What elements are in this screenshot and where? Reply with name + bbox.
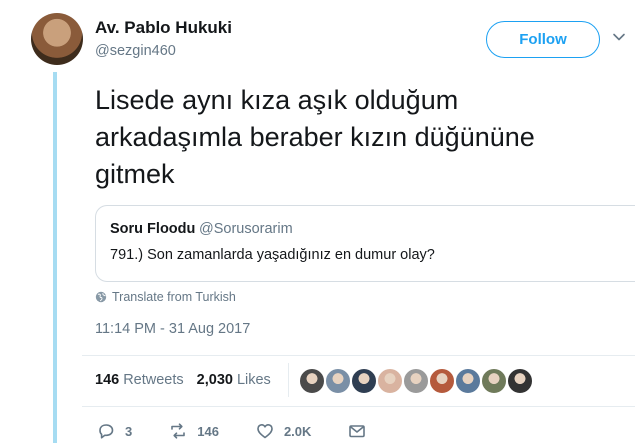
liker-avatar[interactable] (506, 367, 534, 395)
likes-count: 2,030 (196, 372, 233, 388)
retweet-button[interactable]: 146 (168, 421, 219, 441)
liker-avatar[interactable] (454, 367, 482, 395)
quoted-tweet[interactable]: Soru Floodu @Sorusorarim 791.) Son zaman… (95, 205, 635, 282)
timestamp[interactable]: 11:14 PM - 31 Aug 2017 (95, 321, 250, 337)
liker-avatar[interactable] (480, 367, 508, 395)
liker-avatar[interactable] (324, 367, 352, 395)
follow-button[interactable]: Follow (486, 21, 600, 58)
translate-label: Translate from Turkish (112, 290, 236, 304)
retweet-count: 146 (197, 423, 219, 439)
liker-avatar[interactable] (428, 367, 456, 395)
likes-stat[interactable]: 2,030 Likes (197, 372, 271, 388)
chevron-down-icon[interactable] (611, 29, 627, 45)
tweet-line: gitmek (95, 159, 175, 189)
liker-avatar[interactable] (402, 367, 430, 395)
author-avatar[interactable] (31, 13, 83, 65)
retweets-count: 146 (95, 372, 120, 388)
retweets-label: Retweets (123, 372, 184, 388)
globe-icon (95, 291, 107, 303)
retweet-icon (171, 423, 186, 439)
stats-separator (288, 363, 289, 397)
liker-avatar[interactable] (376, 367, 404, 395)
quote-author-handle: @Sorusorarim (199, 221, 293, 237)
tweet-line: Lisede aynı kıza aşık olduğum (95, 85, 459, 115)
heart-icon (257, 424, 273, 439)
like-button[interactable]: 2.0K (255, 421, 311, 441)
quote-text: 791.) Son zamanlarda yaşadığınız en dumu… (110, 247, 435, 263)
likers-avatars (298, 367, 534, 395)
envelope-icon (349, 425, 366, 438)
tweet-page: Av. Pablo Hukuki @sezgin460 Follow Lised… (0, 0, 635, 443)
tweet-text: Lisede aynı kıza aşık olduğum arkadaşıml… (95, 82, 615, 193)
reply-button[interactable]: 3 (96, 421, 132, 441)
likes-label: Likes (236, 372, 271, 388)
author-name[interactable]: Av. Pablo Hukuki (95, 18, 232, 38)
divider (82, 406, 635, 407)
like-count: 2.0K (283, 423, 312, 439)
author-handle[interactable]: @sezgin460 (95, 43, 176, 59)
thread-line (53, 72, 57, 443)
divider (82, 355, 635, 356)
quote-author-name: Soru Floodu (110, 221, 196, 237)
retweets-stat[interactable]: 146 Retweets (95, 372, 184, 388)
translate-link[interactable]: Translate from Turkish (95, 290, 236, 304)
direct-message-button[interactable] (347, 421, 367, 441)
tweet-actions: 3 146 2.0K (96, 421, 403, 441)
reply-icon (99, 424, 114, 439)
liker-avatar[interactable] (298, 367, 326, 395)
reply-count: 3 (125, 423, 133, 439)
tweet-line: arkadaşımla beraber kızın düğününe (95, 122, 535, 152)
liker-avatar[interactable] (350, 367, 378, 395)
tweet-stats: 146 Retweets 2,030 Likes (95, 372, 284, 388)
